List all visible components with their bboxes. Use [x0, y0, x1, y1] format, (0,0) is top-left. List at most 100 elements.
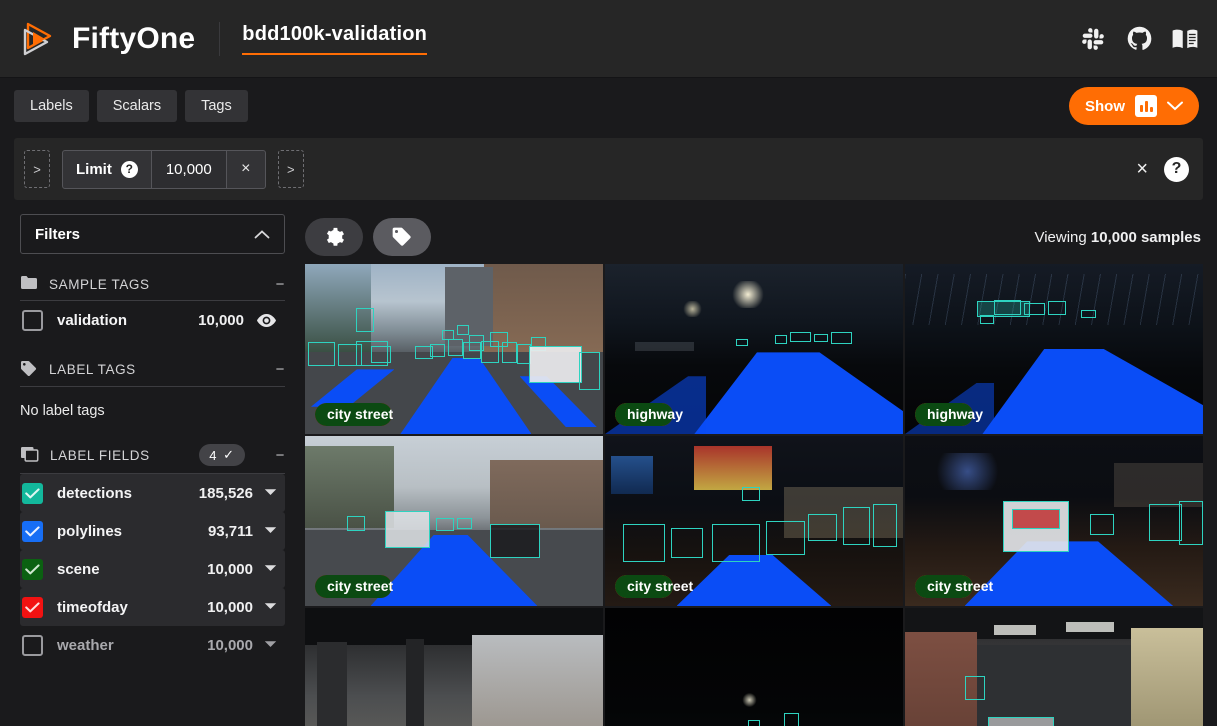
- sidebar-row-count: 10,000: [207, 560, 253, 578]
- tag-icon[interactable]: [373, 218, 431, 256]
- clear-view-icon[interactable]: ×: [1136, 159, 1148, 179]
- remove-stage-icon[interactable]: ×: [227, 151, 265, 188]
- sidebar: Filters SAMPLE TAGS − validation 10,000 …: [0, 200, 303, 726]
- app-body: Filters SAMPLE TAGS − validation 10,000 …: [0, 200, 1217, 726]
- sample-tags: night city street: [615, 575, 693, 598]
- sidebar-row-timeofday[interactable]: timeofday 10,000: [20, 588, 285, 626]
- sample-tile[interactable]: night highway: [905, 264, 1203, 434]
- sample-tile[interactable]: night highway: [605, 264, 903, 434]
- filters-toggle[interactable]: Filters: [20, 214, 285, 254]
- caret-down-icon[interactable]: [264, 601, 277, 613]
- gear-icon[interactable]: [305, 218, 363, 256]
- dataset-name[interactable]: bdd100k-validation: [242, 23, 428, 55]
- caret-down-icon[interactable]: [264, 487, 277, 499]
- visible-fields-badge[interactable]: 4 ✓: [199, 444, 245, 466]
- sidebar-row-label: detections: [57, 484, 133, 502]
- section-title: LABEL FIELDS: [50, 447, 150, 463]
- brand-block[interactable]: FiftyOne: [16, 17, 195, 61]
- sidebar-row-validation[interactable]: validation 10,000: [20, 301, 285, 339]
- filters-label: Filters: [35, 225, 81, 243]
- checkbox-checked[interactable]: [22, 520, 43, 542]
- check-icon: ✓: [223, 447, 235, 462]
- sample-tags: night city street: [915, 575, 993, 598]
- view-stage-label[interactable]: Limit ?: [63, 150, 152, 188]
- sidebar-row-label: validation: [57, 311, 128, 329]
- view-bar-actions: × ?: [1136, 156, 1189, 182]
- fiftyone-logo-icon: [16, 17, 60, 61]
- limit-value-input[interactable]: 10,000: [151, 150, 227, 188]
- sample-tags: daytime city street: [315, 575, 393, 598]
- tab-scalars[interactable]: Scalars: [96, 90, 178, 122]
- chevron-up-icon: [254, 227, 270, 242]
- collapse-icon[interactable]: −: [266, 276, 285, 293]
- sample-tags: night highway: [915, 403, 983, 426]
- collapse-icon[interactable]: −: [266, 447, 285, 464]
- viewing-samples-text: Viewing 10,000 samples: [1034, 229, 1201, 246]
- viewing-prefix: Viewing: [1034, 228, 1087, 246]
- sample-tile[interactable]: daytime city street: [305, 264, 603, 434]
- caret-down-icon[interactable]: [264, 563, 277, 575]
- sample-tile[interactable]: daytime city street: [305, 436, 603, 606]
- section-header-label-tags[interactable]: LABEL TAGS −: [0, 339, 303, 386]
- sample-tile[interactable]: [305, 608, 603, 726]
- checkbox-checked[interactable]: [22, 482, 43, 504]
- fiftyone-app: FiftyOne bdd100k-validation Labels Scala…: [0, 0, 1217, 726]
- view-stage-limit[interactable]: Limit ? 10,000 ×: [62, 149, 266, 189]
- sample-tags: daytime city street: [315, 403, 393, 426]
- help-icon[interactable]: ?: [120, 160, 138, 178]
- checkbox-checked[interactable]: [22, 596, 43, 618]
- section-header-label-fields[interactable]: LABEL FIELDS 4 ✓ −: [0, 423, 303, 473]
- github-icon[interactable]: [1125, 25, 1153, 53]
- app-header: FiftyOne bdd100k-validation: [0, 0, 1217, 78]
- sidebar-row-scene[interactable]: scene 10,000: [20, 550, 285, 588]
- sample-tags: night highway: [615, 403, 683, 426]
- scene-pill: highway: [615, 403, 683, 426]
- show-button[interactable]: Show: [1069, 87, 1199, 125]
- bar-chart-icon: [1135, 95, 1157, 117]
- tab-labels[interactable]: Labels: [14, 90, 89, 122]
- scene-pill: city street: [615, 575, 693, 598]
- sample-tile[interactable]: night city street: [905, 436, 1203, 606]
- viewing-count: 10,000 samples: [1090, 228, 1201, 246]
- add-stage-left-button[interactable]: >: [24, 150, 50, 188]
- sample-tile[interactable]: [605, 608, 903, 726]
- tab-bar: Labels Scalars Tags Show: [0, 78, 1217, 134]
- add-stage-right-button[interactable]: >: [277, 150, 304, 188]
- grid-action-buttons: [305, 218, 431, 256]
- caret-down-icon[interactable]: [264, 639, 277, 651]
- sidebar-row-count: 10,000: [198, 311, 244, 329]
- collapse-icon[interactable]: −: [266, 361, 285, 378]
- checkbox-unchecked[interactable]: [22, 634, 43, 656]
- sidebar-row-polylines[interactable]: polylines 93,711: [20, 512, 285, 550]
- sidebar-row-label: weather: [57, 636, 114, 654]
- sample-grid[interactable]: daytime city street: [305, 264, 1203, 726]
- sidebar-row-count: 185,526: [198, 484, 253, 502]
- show-button-label: Show: [1085, 97, 1125, 115]
- sidebar-row-detections[interactable]: detections 185,526: [20, 474, 285, 512]
- sample-tile[interactable]: CSDN @jcfszxc: [905, 608, 1203, 726]
- checkbox-checked[interactable]: [22, 558, 43, 580]
- tab-tags[interactable]: Tags: [185, 90, 248, 122]
- section-header-sample-tags[interactable]: SAMPLE TAGS −: [0, 254, 303, 300]
- slack-icon[interactable]: [1079, 25, 1107, 53]
- caret-down-icon[interactable]: [264, 525, 277, 537]
- sidebar-row-weather[interactable]: weather 10,000: [20, 626, 285, 664]
- view-bar-help-icon[interactable]: ?: [1164, 156, 1189, 182]
- section-title: LABEL TAGS: [49, 362, 136, 377]
- sidebar-scroll[interactable]: SAMPLE TAGS − validation 10,000 LABEL TA…: [0, 254, 303, 726]
- sidebar-row-count: 10,000: [207, 598, 253, 616]
- brand-title: FiftyOne: [72, 21, 196, 55]
- sidebar-row-label: timeofday: [57, 598, 128, 616]
- header-icon-group: [1079, 25, 1199, 53]
- scene-pill: city street: [315, 575, 393, 598]
- section-title: SAMPLE TAGS: [49, 276, 150, 292]
- docs-book-icon[interactable]: [1171, 25, 1199, 53]
- grid-toolbar: Viewing 10,000 samples: [305, 214, 1203, 260]
- header-divider: [219, 21, 221, 56]
- checkbox-unchecked[interactable]: [22, 309, 43, 331]
- label-fields-icon: [20, 446, 39, 465]
- eye-icon[interactable]: [256, 313, 277, 328]
- sample-tile[interactable]: night city street: [605, 436, 903, 606]
- samples-panel: Viewing 10,000 samples city street highw…: [303, 200, 1217, 726]
- chevron-down-icon: [1167, 98, 1183, 115]
